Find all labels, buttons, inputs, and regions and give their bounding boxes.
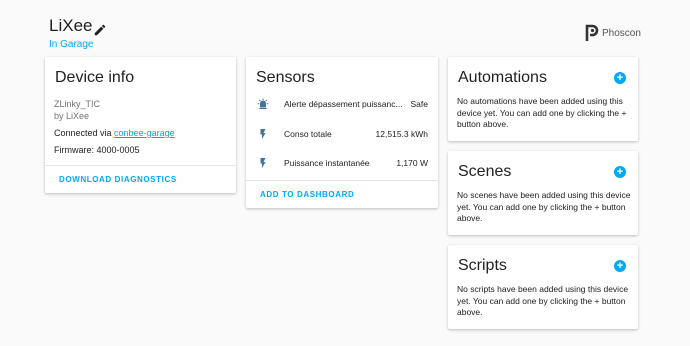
add-script-button[interactable]: + (614, 260, 626, 272)
connected-via: Connected via conbee-garage (54, 127, 175, 139)
device-header: LiXee In Garage (49, 16, 93, 51)
sensors-title: Sensors (256, 69, 315, 86)
scripts-card: Scripts + No scripts have been added usi… (448, 245, 638, 329)
pencil-icon[interactable] (93, 23, 107, 37)
firmware-version: Firmware: 4000-0005 (54, 145, 140, 155)
add-automation-button[interactable]: + (614, 72, 626, 84)
card-divider (45, 165, 236, 166)
brand-logo: Phoscon (585, 24, 641, 42)
scripts-title: Scripts (458, 257, 507, 274)
scripts-empty-text: No scripts have been added using this de… (457, 284, 629, 317)
card-divider (246, 180, 438, 181)
sensor-row[interactable]: Puissance instantanée 1,170 W (246, 155, 438, 171)
add-scene-button[interactable]: + (614, 166, 626, 178)
sensor-row[interactable]: Conso totale 12,515.3 kWh (246, 126, 438, 142)
sensor-value: Safe (410, 99, 429, 109)
brand-name: Phoscon (602, 27, 641, 39)
flash-icon (260, 129, 266, 139)
connected-via-label: Connected via (54, 128, 115, 138)
scenes-title: Scenes (458, 163, 512, 180)
sensor-value: 1,170 W (396, 158, 428, 168)
automations-empty-text: No automations have been added using thi… (457, 96, 627, 129)
connected-via-link[interactable]: conbee-garage (114, 128, 175, 138)
sensor-name: Conso totale (284, 129, 332, 139)
scenes-card: Scenes + No scenes have been added using… (448, 151, 638, 235)
sensor-name: Puissance instantanée (284, 158, 370, 168)
scenes-empty-text: No scenes have been added using this dev… (457, 190, 631, 223)
automations-title: Automations (458, 69, 547, 86)
device-name: LiXee (49, 16, 93, 35)
add-to-dashboard-button[interactable]: ADD TO DASHBOARD (260, 190, 354, 199)
flash-icon (260, 158, 266, 168)
area-link[interactable]: In Garage (49, 38, 93, 51)
device-manufacturer: by LiXee (54, 111, 90, 121)
device-model: ZLinky_TIC (54, 99, 101, 109)
sensors-card: Sensors Alerte dépassement puissanc... S… (246, 57, 438, 208)
download-diagnostics-button[interactable]: DOWNLOAD DIAGNOSTICS (59, 175, 177, 184)
phoscon-logo-icon (585, 24, 599, 41)
sensor-name: Alerte dépassement puissanc... (284, 99, 403, 109)
sensor-row[interactable]: Alerte dépassement puissanc... Safe (246, 96, 438, 112)
automations-card: Automations + No automations have been a… (448, 57, 638, 141)
sensor-value: 12,515.3 kWh (375, 129, 428, 139)
device-info-card: Device info ZLinky_TIC by LiXee Connecte… (45, 57, 236, 193)
alarm-light-icon (257, 98, 269, 109)
device-info-title: Device info (55, 69, 135, 86)
